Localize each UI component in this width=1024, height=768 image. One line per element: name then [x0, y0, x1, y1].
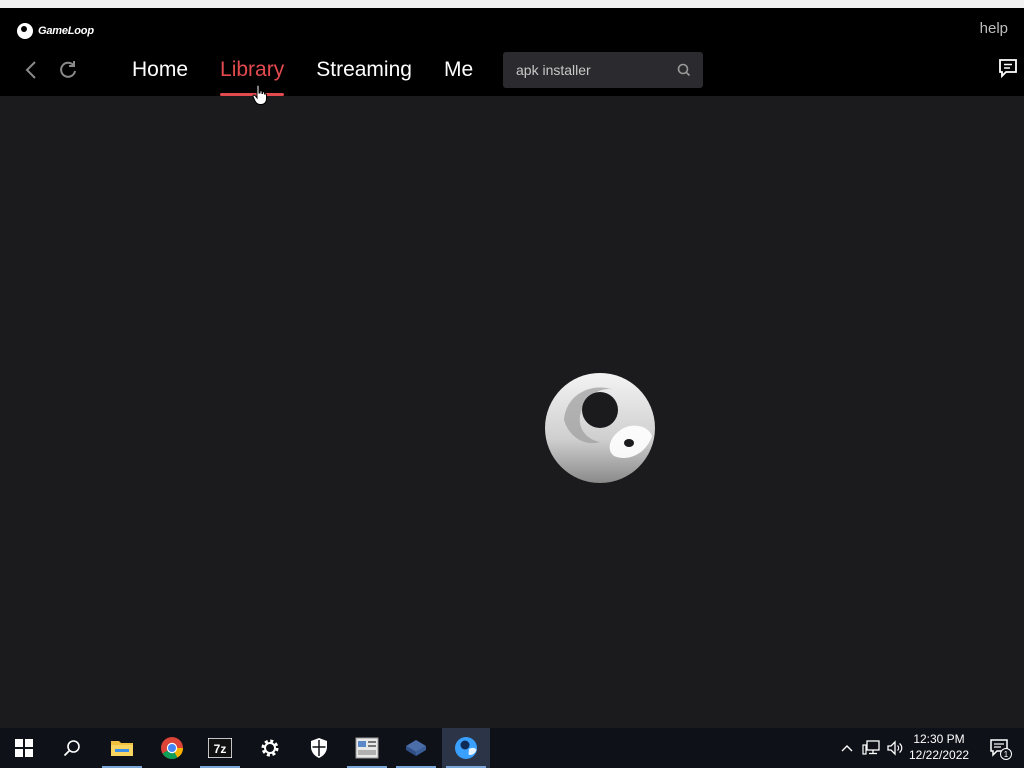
- app-installer-icon: [355, 737, 379, 759]
- windows-security-icon: [311, 738, 327, 758]
- main-tabs: Home Library Streaming Me: [132, 56, 505, 96]
- taskbar-chrome[interactable]: [148, 728, 196, 768]
- tab-me[interactable]: Me: [444, 56, 473, 86]
- chevron-up-icon: [841, 745, 853, 752]
- tab-home[interactable]: Home: [132, 56, 188, 86]
- back-button[interactable]: [19, 58, 43, 82]
- taskbar-windows-security[interactable]: [295, 728, 343, 768]
- brand-name: GameLoop: [38, 25, 94, 37]
- chat-icon[interactable]: [998, 58, 1018, 78]
- taskbar-virtualbox[interactable]: [392, 728, 440, 768]
- app-header: GameLoop help Home Library Streaming Me …: [0, 8, 1024, 96]
- taskbar-file-explorer[interactable]: [98, 728, 146, 768]
- volume-control[interactable]: [884, 728, 906, 768]
- search-input[interactable]: apk installer: [516, 52, 591, 88]
- show-hidden-icons-button[interactable]: [838, 728, 856, 768]
- hand-cursor-icon: [252, 84, 267, 105]
- refresh-icon: [60, 61, 76, 78]
- network-status[interactable]: [860, 728, 882, 768]
- chevron-left-icon: [25, 61, 36, 79]
- speaker-icon: [887, 740, 903, 756]
- gameloop-window: GameLoop help Home Library Streaming Me …: [0, 8, 1024, 728]
- start-button[interactable]: [0, 728, 48, 768]
- brand-logo: GameLoop: [16, 22, 94, 40]
- taskbar-search-button[interactable]: [48, 728, 96, 768]
- 7zip-icon: 7z: [208, 738, 232, 758]
- notification-count: 1: [1004, 750, 1009, 759]
- file-explorer-icon: [111, 741, 133, 756]
- taskbar-app-installer[interactable]: [343, 728, 391, 768]
- tab-library[interactable]: Library: [220, 56, 285, 96]
- help-link[interactable]: help: [980, 20, 1008, 37]
- refresh-button[interactable]: [56, 58, 80, 82]
- windows-start-icon: [15, 739, 33, 757]
- gameloop-icon: [455, 737, 477, 759]
- search-icon[interactable]: [677, 63, 691, 77]
- virtualbox-icon: [406, 740, 426, 756]
- gameloop-logo-spinner: [545, 373, 655, 483]
- tab-streaming[interactable]: Streaming: [316, 56, 412, 86]
- clock-time: 12:30 PM: [913, 732, 965, 746]
- chrome-icon: [161, 737, 183, 759]
- search-icon: [63, 740, 80, 757]
- search-box[interactable]: apk installer: [503, 52, 703, 88]
- network-icon: [862, 740, 880, 755]
- taskbar-settings[interactable]: [246, 728, 294, 768]
- taskbar-gameloop[interactable]: [442, 728, 490, 768]
- settings-icon: [261, 739, 279, 757]
- taskbar-7zip[interactable]: 7z: [196, 728, 244, 768]
- windows-taskbar: 7z 12:30 PM 12/22/2022 1: [0, 728, 1024, 768]
- notification-center-icon[interactable]: 1: [988, 736, 1012, 760]
- gameloop-logo-icon: [17, 23, 33, 39]
- top-window-strip: [0, 0, 1024, 8]
- taskbar-clock[interactable]: 12:30 PM 12/22/2022: [909, 731, 969, 763]
- svg-text:7z: 7z: [214, 742, 227, 756]
- clock-date: 12/22/2022: [909, 748, 970, 762]
